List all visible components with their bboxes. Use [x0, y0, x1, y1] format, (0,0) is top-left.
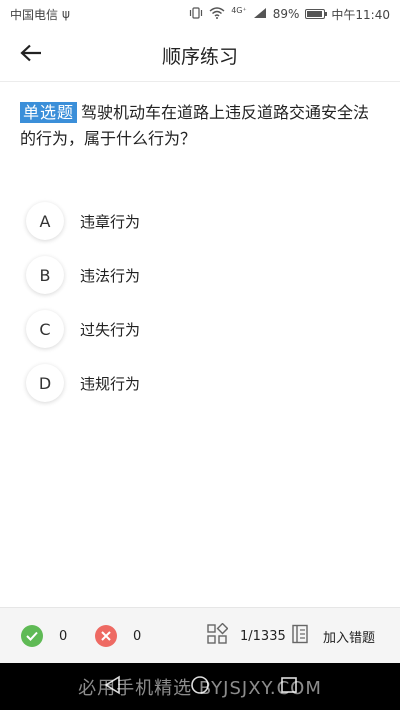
- option-letter: A: [26, 202, 64, 240]
- option-c[interactable]: C 过失行为: [26, 302, 376, 356]
- question-type-badge: 单选题: [20, 102, 78, 123]
- page-title: 顺序练习: [161, 46, 238, 68]
- question-index-button[interactable]: 1/1335: [206, 608, 286, 664]
- bottom-toolbar: 0 0 1/1335 加入错题: [0, 607, 400, 663]
- progress-text: 1/1335: [240, 628, 286, 644]
- signal-icon: [253, 7, 267, 22]
- answer-options: A 违章行为 B 违法行为 C 过失行为 D 违规行为: [26, 194, 376, 410]
- status-right: 4G⁺ 89% 中午11:40: [189, 6, 390, 23]
- nav-recents-button[interactable]: [278, 676, 300, 698]
- usb-icon: ψ: [62, 7, 70, 21]
- wifi-icon: [209, 6, 225, 22]
- battery-fill: [307, 11, 322, 17]
- network-type: 4G⁺: [231, 5, 247, 15]
- carrier-name: 中国电信: [10, 7, 59, 22]
- add-to-wrong-button[interactable]: 加入错题: [291, 608, 375, 664]
- battery-icon: [305, 9, 328, 19]
- option-text: 违规行为: [80, 374, 141, 393]
- correct-counter[interactable]: 0: [21, 608, 67, 664]
- correct-count: 0: [59, 628, 68, 644]
- clock: 中午11:40: [331, 7, 390, 22]
- option-letter: D: [26, 364, 64, 402]
- cross-icon: [95, 625, 117, 647]
- question: 单选题 驾驶机动车在道路上违反道路交通安全法的行为，属于什么行为？: [20, 100, 380, 152]
- option-letter: C: [26, 310, 64, 348]
- system-nav-bar: 必用手机精选 BYJSJXY.COM: [0, 663, 400, 710]
- option-text: 违法行为: [80, 266, 141, 285]
- check-icon: [21, 625, 43, 647]
- status-left: 中国电信 ψ: [10, 6, 70, 23]
- header: 顺序练习: [0, 28, 400, 82]
- grid-icon: [206, 622, 229, 649]
- option-a[interactable]: A 违章行为: [26, 194, 376, 248]
- wrong-count: 0: [133, 628, 142, 644]
- notebook-icon: [291, 624, 309, 648]
- option-text: 过失行为: [80, 320, 141, 339]
- add-to-wrong-label: 加入错题: [323, 630, 376, 646]
- vibrate-icon: [189, 6, 203, 22]
- option-b[interactable]: B 违法行为: [26, 248, 376, 302]
- home-circle-icon: [190, 675, 210, 699]
- square-recents-icon: [280, 676, 298, 698]
- nav-back-button[interactable]: [102, 675, 124, 699]
- triangle-back-icon: [104, 675, 122, 699]
- battery-percent: 89%: [272, 7, 300, 21]
- option-letter: B: [26, 256, 64, 294]
- option-d[interactable]: D 违规行为: [26, 356, 376, 410]
- status-bar: 中国电信 ψ 4G⁺ 89% 中午11:40: [0, 0, 400, 28]
- option-text: 违章行为: [80, 212, 141, 231]
- wrong-counter[interactable]: 0: [95, 608, 141, 664]
- nav-home-button[interactable]: [189, 676, 211, 698]
